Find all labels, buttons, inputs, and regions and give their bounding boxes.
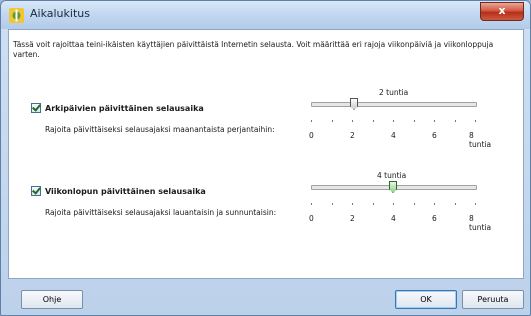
tick-label: 2 <box>350 131 355 140</box>
weekday-slider-track[interactable] <box>311 102 477 107</box>
title-bar: Aikalukitus x <box>1 1 530 29</box>
intro-text: Tässä voit rajoittaa teini-ikäisten käyt… <box>13 40 494 59</box>
weekday-description: Rajoita päivittäiseksi selausajaksi maan… <box>45 125 275 134</box>
content-panel: Tässä voit rajoittaa teini-ikäisten käyt… <box>8 29 524 279</box>
cancel-button-label: Peruuta <box>477 295 509 304</box>
close-button[interactable]: x <box>480 2 524 21</box>
tick-label: 8 tuntia <box>469 214 492 232</box>
help-button-label: Ohje <box>42 295 62 304</box>
weekend-slider-thumb[interactable] <box>389 181 397 193</box>
weekday-section-header: Arkipäivien päivittäinen selausaika <box>31 103 204 113</box>
tick-label: 6 <box>432 131 437 140</box>
tick-label: 0 <box>309 131 314 140</box>
ok-button[interactable]: OK <box>395 290 457 309</box>
tick-label: 8 tuntia <box>469 131 492 149</box>
help-button[interactable]: Ohje <box>21 290 83 309</box>
tick-label: 6 <box>432 214 437 223</box>
weekend-value-label: 4 tuntia <box>377 171 407 180</box>
tick-label: 4 <box>391 214 396 223</box>
weekday-value-label: 2 tuntia <box>379 88 409 97</box>
weekend-checkbox[interactable] <box>31 186 41 196</box>
weekend-section-header: Viikonlopun päivittäinen selausaika <box>31 186 206 196</box>
tick-label: 4 <box>391 131 396 140</box>
ok-button-label: OK <box>420 295 432 304</box>
weekday-slider[interactable]: 2 tuntia 0 2 4 6 8 tuntia <box>305 88 491 158</box>
tick-label: 0 <box>309 214 314 223</box>
weekday-slider-thumb[interactable] <box>350 98 358 110</box>
weekday-checkbox[interactable] <box>31 103 41 113</box>
window-title: Aikalukitus <box>30 7 90 20</box>
app-icon <box>9 8 24 23</box>
weekend-checkbox-label[interactable]: Viikonlopun päivittäinen selausaika <box>45 187 206 196</box>
weekend-description: Rajoita päivittäiseksi selausajaksi laua… <box>45 208 277 217</box>
weekday-checkbox-label[interactable]: Arkipäivien päivittäinen selausaika <box>45 104 204 113</box>
cancel-button[interactable]: Peruuta <box>462 290 524 309</box>
weekend-slider[interactable]: 4 tuntia 0 2 4 6 8 tuntia <box>305 171 491 241</box>
time-lock-dialog: Aikalukitus x Tässä voit rajoittaa teini… <box>0 0 531 316</box>
tick-label: 2 <box>350 214 355 223</box>
